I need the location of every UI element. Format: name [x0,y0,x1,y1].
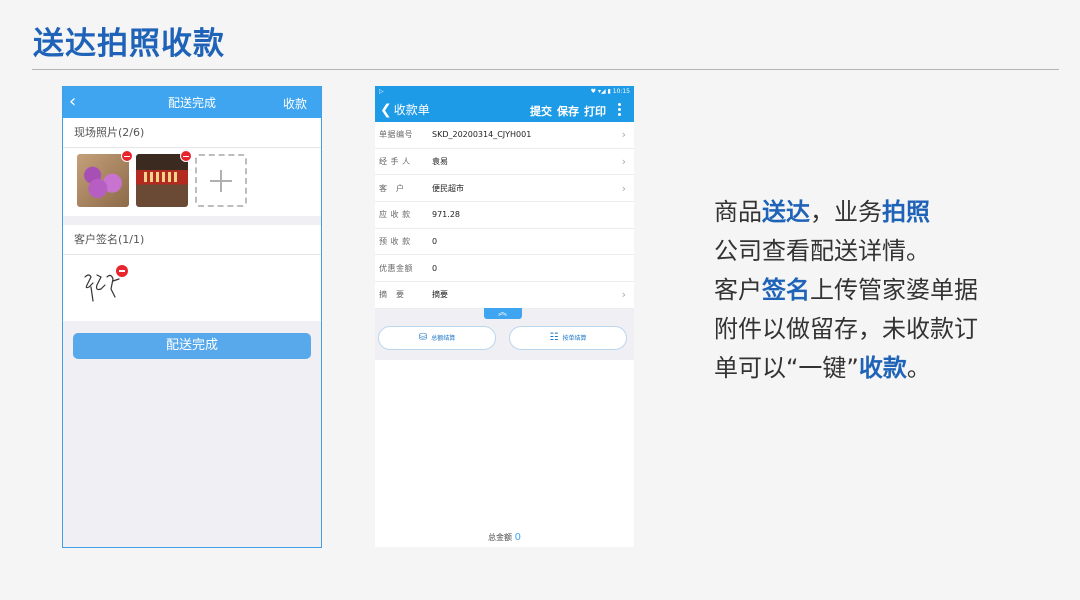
description-line: 公司查看配送详情。 [714,232,1014,271]
status-icons: ♥ ▾◢ ▮ [590,88,613,95]
receipt-form: 单据编号 SKD_20200314_CJYH001 › 经 手 人 袁易 › 客 户 便民超市… [375,122,634,309]
description-text: 公司查看配送详情。 [714,237,930,265]
site-photo-thumbnail[interactable] [77,150,133,207]
document-list-icon: ☷ [549,332,559,344]
back-button[interactable]: ❮ 收款单 [375,101,430,118]
total-amount: 总金额 0 [375,532,634,543]
description-line: 客户签名上传管家婆单据 [714,271,1014,310]
signature-section: 客户签名(1/1) [63,225,321,321]
total-settle-label: 总额结算 [431,335,456,343]
per-bill-settle-button[interactable]: ☷ 按单结算 [509,325,627,350]
slide-title: 送达拍照收款 [33,26,225,62]
app-bar: ❮ 收款单 提交 保存 打印 [375,97,634,122]
chevron-right-icon: › [621,181,626,195]
form-row: 预 收 款 0 [375,229,634,256]
feature-description: 商品送达，业务拍照 公司查看配送详情。 客户签名上传管家婆单据 附件以做留存，未收款订… [714,193,1014,388]
form-row: 优惠金额 0 [375,255,634,283]
description-text: 。 [906,354,931,382]
signature-section-header: 客户签名(1/1) [63,225,321,255]
add-photo-button[interactable] [195,154,247,207]
description-text: 商品 [714,198,762,226]
description-line: 单可以“一键”收款。 [714,349,1014,388]
receipt-screen: ▷ ♥ ▾◢ ▮ 10:15 ❮ 收款单 提交 保存 打印 单据编号 SKD_20… [375,86,634,547]
chevron-left-icon: ❮ [380,101,392,118]
form-row: 应 收 款 971.28 [375,202,634,229]
delivery-complete-screen: ‹ 配送完成 收款 现场照片(2/6) 客户签名(1/1) 配送完成 [62,86,322,548]
highlight-keyword: 收款 [858,354,907,382]
form-row-value: 971.28 [432,210,460,220]
status-time: 10:15 [612,88,630,95]
save-button[interactable]: 保存 [557,103,579,119]
description-text: 单可以“一键” [714,354,859,382]
screen-title: 收款单 [393,103,430,117]
more-vertical-icon[interactable] [618,103,622,117]
description-text: ，业务 [810,198,882,226]
print-button[interactable]: 打印 [584,103,606,119]
toolbar-actions: 提交 保存 打印 [530,103,606,119]
photo-section: 现场照片(2/6) [63,118,321,216]
form-row[interactable]: 客 户 便民超市 › [375,175,634,203]
photo-section-header: 现场照片(2/6) [63,118,321,148]
form-row[interactable]: 单据编号 SKD_20200314_CJYH001 › [375,122,634,149]
remove-signature-icon[interactable] [116,265,128,277]
collapse-icon[interactable] [484,305,522,319]
form-row-label: 单据编号 [379,130,413,140]
chevron-left-icon[interactable]: ‹ [69,92,76,112]
submit-button[interactable]: 提交 [530,103,552,119]
total-settle-button[interactable]: ⛁ 总额结算 [378,325,496,350]
form-row-label: 应 收 款 [379,210,411,220]
form-row-label: 经 手 人 [379,157,411,167]
database-icon: ⛁ [418,332,428,344]
form-row-label: 预 收 款 [379,237,411,247]
form-row[interactable]: 经 手 人 袁易 › [375,149,634,176]
form-row-value: 摘要 [432,290,448,300]
remove-photo-icon[interactable] [180,150,192,162]
form-row-label: 客 户 [379,183,405,193]
screen-title: 配送完成 [167,96,216,110]
total-label: 总金额 [488,533,513,542]
form-row-value: 便民超市 [432,183,464,193]
form-row-value: 0 [432,237,438,247]
form-row-label: 摘 要 [379,290,405,300]
description-line: 商品送达，业务拍照 [714,193,1014,232]
delivery-complete-button[interactable]: 配送完成 [73,333,311,359]
title-divider [32,69,1059,70]
remove-photo-icon[interactable] [121,150,133,162]
form-row-value: 0 [432,263,438,273]
highlight-keyword: 送达 [762,198,810,226]
section-gap [63,216,321,225]
status-bar: ▷ ♥ ▾◢ ▮ 10:15 [375,86,634,97]
description-text: 上传管家婆单据 [810,276,978,304]
chevron-right-icon: › [621,128,626,142]
settle-panel: ⛁ 总额结算 ☷ 按单结算 [375,305,634,360]
chevron-right-icon: › [621,288,626,302]
description-text: 客户 [714,276,762,304]
app-bar: ‹ 配送完成 收款 [63,87,321,118]
form-row-label: 优惠金额 [379,263,413,273]
description-text: 附件以做留存，未收款订 [714,315,978,343]
plus-icon [210,169,232,192]
highlight-keyword: 拍照 [882,198,930,226]
form-row-value: SKD_20200314_CJYH001 [432,130,532,140]
signature-pad[interactable] [63,255,321,321]
description-line: 附件以做留存，未收款订 [714,310,1014,349]
chevron-right-icon: › [621,155,626,169]
highlight-keyword: 签名 [762,276,810,304]
collect-payment-button[interactable]: 收款 [283,95,307,112]
photo-list [63,148,321,216]
total-value: 0 [514,532,521,543]
notification-icon: ▷ [379,88,384,95]
per-bill-settle-label: 按单结算 [562,335,587,343]
site-photo-thumbnail[interactable] [136,150,192,207]
form-row-value: 袁易 [432,157,448,167]
